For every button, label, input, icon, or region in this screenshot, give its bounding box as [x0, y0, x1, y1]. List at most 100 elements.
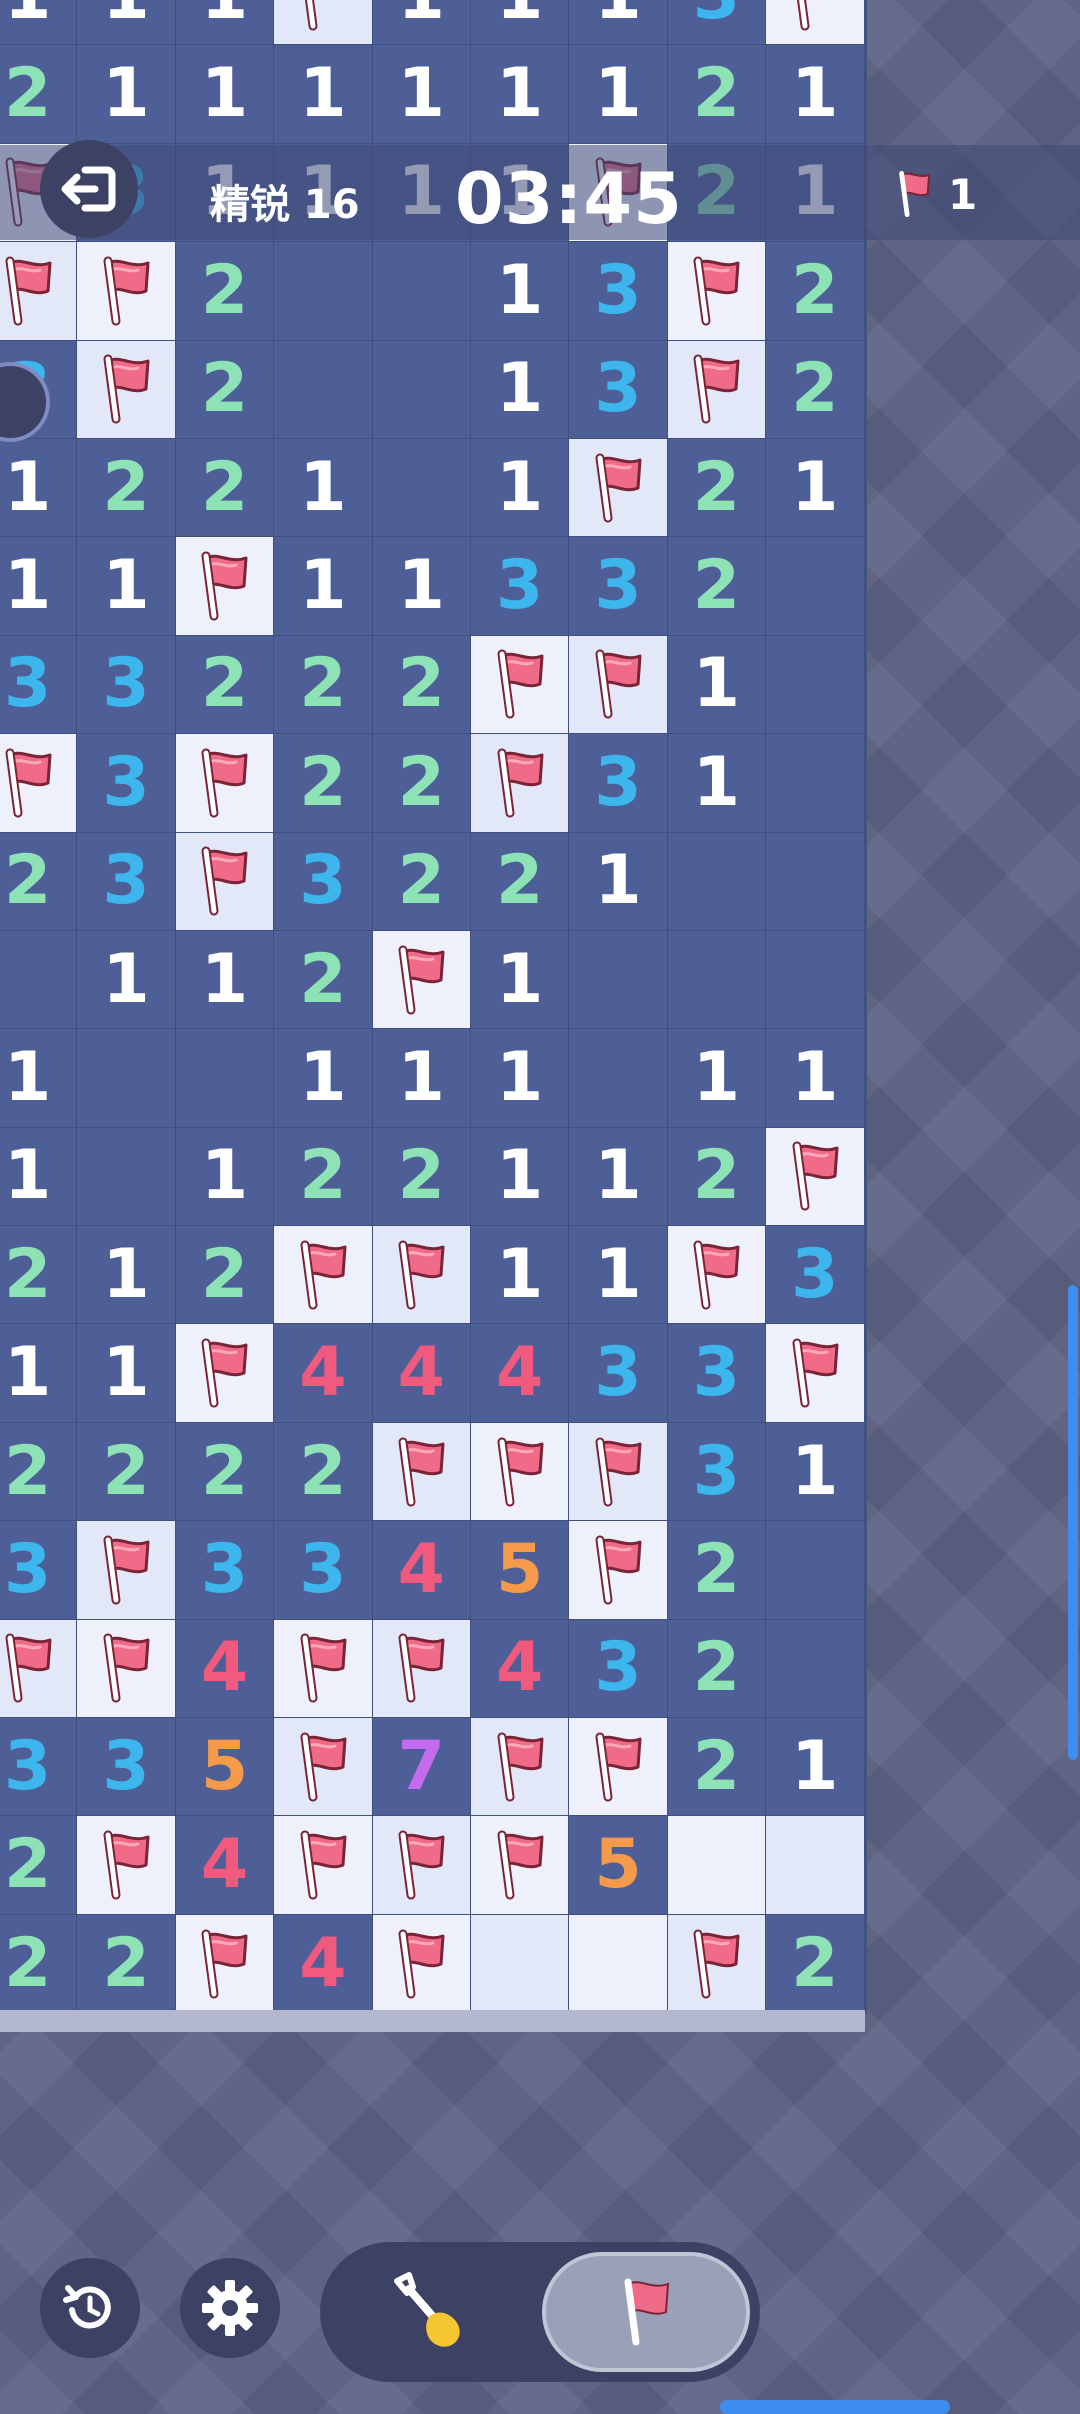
number-cell[interactable]: 1: [77, 1226, 176, 1325]
number-cell[interactable]: 7: [372, 1718, 471, 1817]
flagged-cell[interactable]: [667, 1226, 767, 1325]
flagged-cell[interactable]: [274, 0, 373, 46]
number-cell[interactable]: 2: [667, 1127, 767, 1227]
number-cell[interactable]: 1: [0, 1324, 78, 1423]
number-cell[interactable]: 2: [0, 1422, 78, 1522]
number-cell[interactable]: 2: [372, 635, 471, 735]
number-cell[interactable]: 1: [372, 537, 471, 636]
flagged-cell[interactable]: [569, 438, 668, 538]
number-cell[interactable]: 4: [175, 1816, 275, 1915]
number-cell[interactable]: 3: [0, 635, 78, 735]
number-cell[interactable]: 2: [77, 438, 176, 538]
flagged-cell[interactable]: [569, 1718, 668, 1817]
number-cell[interactable]: 1: [470, 242, 570, 341]
number-cell[interactable]: 2: [667, 537, 767, 636]
flagged-cell[interactable]: [175, 734, 275, 833]
number-cell[interactable]: 1: [667, 1029, 767, 1128]
empty-cell[interactable]: [77, 1127, 176, 1227]
number-cell[interactable]: 1: [569, 1226, 668, 1325]
number-cell[interactable]: 1: [372, 45, 471, 144]
number-cell[interactable]: 2: [667, 1718, 767, 1817]
empty-cell[interactable]: [766, 930, 865, 1030]
number-cell[interactable]: 2: [0, 1914, 78, 2014]
unopened-cell[interactable]: [766, 1816, 865, 1915]
restart-button[interactable]: [40, 2258, 140, 2358]
exit-button[interactable]: [40, 140, 138, 238]
number-cell[interactable]: 1: [274, 537, 373, 636]
number-cell[interactable]: 1: [0, 537, 78, 636]
flagged-cell[interactable]: [766, 1324, 865, 1423]
number-cell[interactable]: 3: [274, 832, 373, 931]
number-cell[interactable]: 3: [569, 1324, 668, 1423]
number-cell[interactable]: 1: [175, 1127, 275, 1227]
number-cell[interactable]: 5: [175, 1718, 275, 1817]
flagged-cell[interactable]: [0, 242, 78, 341]
number-cell[interactable]: 2: [667, 438, 767, 538]
number-cell[interactable]: 1: [569, 45, 668, 144]
number-cell[interactable]: 1: [470, 1029, 570, 1128]
empty-cell[interactable]: [372, 242, 471, 341]
number-cell[interactable]: 3: [569, 340, 668, 439]
number-cell[interactable]: 1: [77, 930, 176, 1030]
number-cell[interactable]: 2: [0, 1226, 78, 1325]
number-cell[interactable]: 1: [77, 537, 176, 636]
flagged-cell[interactable]: [569, 1521, 668, 1620]
number-cell[interactable]: 3: [569, 1619, 668, 1719]
number-cell[interactable]: 1: [372, 1029, 471, 1128]
empty-cell[interactable]: [667, 930, 767, 1030]
flagged-cell[interactable]: [175, 537, 275, 636]
flagged-cell[interactable]: [470, 1718, 570, 1817]
empty-cell[interactable]: [766, 537, 865, 636]
flagged-cell[interactable]: [372, 1226, 471, 1325]
flagged-cell[interactable]: [667, 242, 767, 341]
number-cell[interactable]: 1: [274, 438, 373, 538]
number-cell[interactable]: 1: [766, 1029, 865, 1128]
flagged-cell[interactable]: [175, 1914, 275, 2014]
number-cell[interactable]: 2: [0, 45, 78, 144]
number-cell[interactable]: 2: [175, 635, 275, 735]
number-cell[interactable]: 3: [77, 1718, 176, 1817]
scrollbar[interactable]: [1068, 1285, 1078, 1760]
number-cell[interactable]: 4: [274, 1914, 373, 2014]
number-cell[interactable]: 3: [766, 1226, 865, 1325]
flagged-cell[interactable]: [667, 1914, 767, 2014]
number-cell[interactable]: 1: [0, 1127, 78, 1227]
flagged-cell[interactable]: [470, 734, 570, 833]
number-cell[interactable]: 1: [470, 1226, 570, 1325]
number-cell[interactable]: 1: [77, 45, 176, 144]
empty-cell[interactable]: [274, 242, 373, 341]
number-cell[interactable]: 2: [274, 930, 373, 1030]
number-cell[interactable]: 4: [372, 1324, 471, 1423]
number-cell[interactable]: 3: [470, 537, 570, 636]
number-cell[interactable]: 1: [470, 930, 570, 1030]
number-cell[interactable]: 1: [667, 635, 767, 735]
number-cell[interactable]: 2: [667, 1619, 767, 1719]
number-cell[interactable]: 2: [372, 832, 471, 931]
number-cell[interactable]: 2: [0, 832, 78, 931]
number-cell[interactable]: 2: [0, 1816, 78, 1915]
empty-cell[interactable]: [77, 1029, 176, 1128]
number-cell[interactable]: 1: [667, 734, 767, 833]
flagged-cell[interactable]: [274, 1816, 373, 1915]
flagged-cell[interactable]: [77, 340, 176, 439]
number-cell[interactable]: 5: [470, 1521, 570, 1620]
empty-cell[interactable]: [0, 930, 78, 1030]
empty-cell[interactable]: [766, 635, 865, 735]
number-cell[interactable]: 1: [77, 0, 176, 46]
flagged-cell[interactable]: [667, 340, 767, 439]
number-cell[interactable]: 2: [175, 1226, 275, 1325]
number-cell[interactable]: 2: [175, 1422, 275, 1522]
empty-cell[interactable]: [766, 1521, 865, 1620]
empty-cell[interactable]: [372, 438, 471, 538]
flagged-cell[interactable]: [274, 1619, 373, 1719]
flagged-cell[interactable]: [569, 1422, 668, 1522]
number-cell[interactable]: 1: [766, 1718, 865, 1817]
flagged-cell[interactable]: [372, 1914, 471, 2014]
number-cell[interactable]: 1: [766, 1422, 865, 1522]
number-cell[interactable]: 1: [274, 1029, 373, 1128]
empty-cell[interactable]: [766, 734, 865, 833]
number-cell[interactable]: 1: [569, 832, 668, 931]
empty-cell[interactable]: [667, 832, 767, 931]
number-cell[interactable]: 1: [766, 438, 865, 538]
flagged-cell[interactable]: [175, 1324, 275, 1423]
